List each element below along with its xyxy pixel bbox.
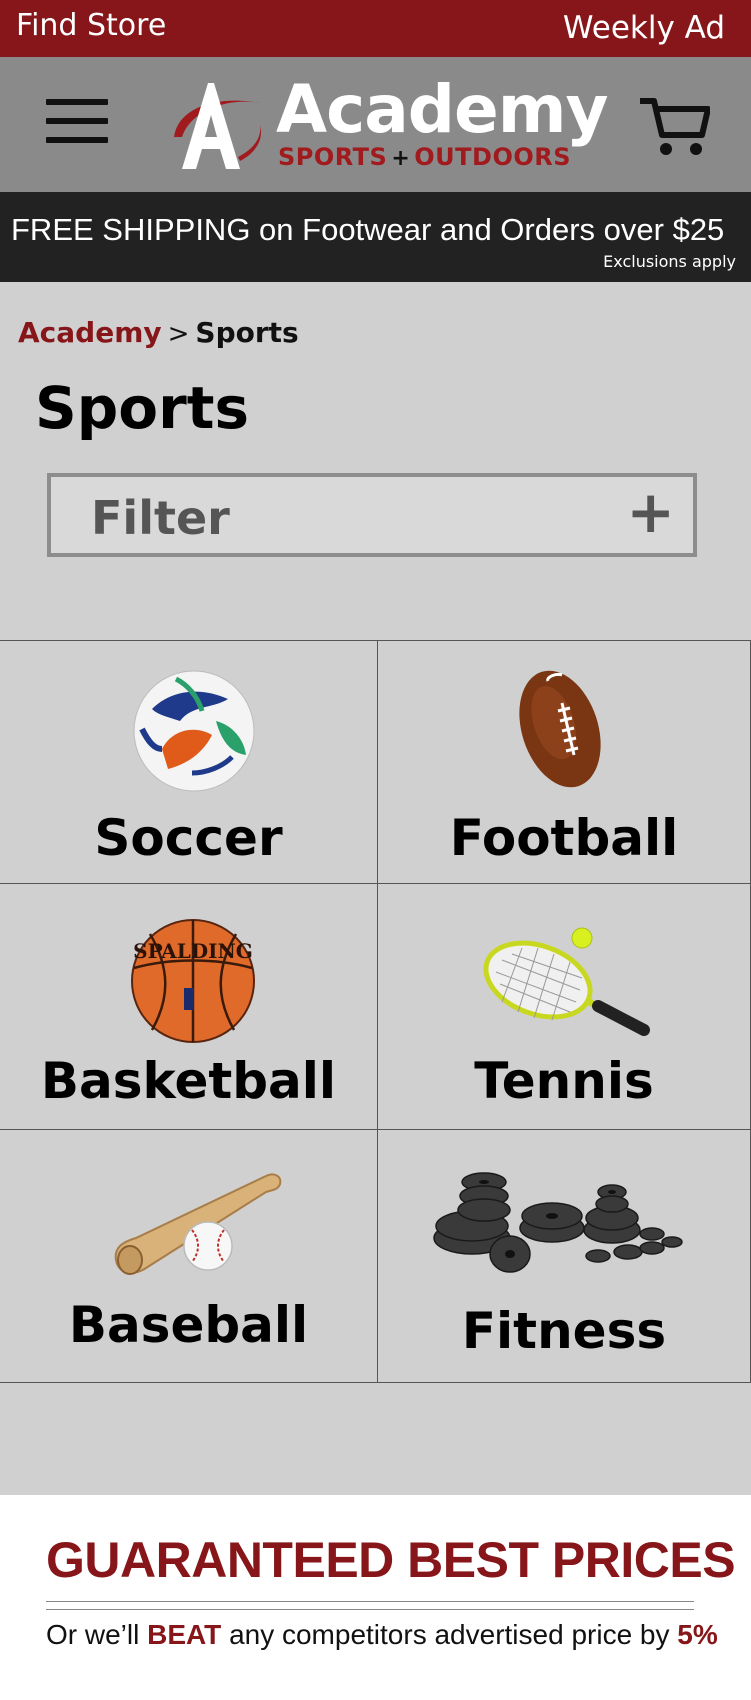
category-label: Fitness — [461, 1302, 667, 1360]
svg-text:SPALDING: SPALDING — [133, 939, 253, 963]
price-guarantee-subtext: Or we’ll BEAT any competitors advertised… — [46, 1619, 718, 1650]
tennis-racket-icon — [483, 927, 650, 1036]
page-title: Sports — [35, 374, 249, 442]
category-tile-football[interactable]: Football — [378, 641, 751, 884]
basketball-icon: SPALDING — [131, 919, 255, 1043]
category-tile-baseball[interactable]: Baseball — [0, 1130, 378, 1383]
promo-exclusions-note: Exclusions apply — [603, 252, 736, 271]
menu-icon[interactable] — [46, 99, 110, 145]
price-guarantee-headline: GUARANTEED BEST PRICES — [46, 1532, 736, 1588]
category-tile-fitness[interactable]: Fitness — [378, 1130, 751, 1383]
top-bar: Find Store Weekly Ad — [0, 0, 751, 57]
category-label: Basketball — [40, 1052, 337, 1110]
plus-icon: + — [626, 478, 675, 546]
category-label: Football — [449, 809, 679, 867]
find-store-link[interactable]: Find Store — [16, 8, 166, 43]
category-label: Tennis — [474, 1052, 654, 1110]
site-header: Academy SPORTS + OUTDOORS — [0, 57, 751, 192]
weekly-ad-link[interactable]: Weekly Ad — [563, 10, 725, 46]
filter-toggle[interactable]: Filter + — [47, 473, 697, 557]
logo-tagline: SPORTS + OUTDOORS — [278, 143, 572, 171]
logo-mark-icon — [174, 83, 262, 169]
breadcrumb-home-link[interactable]: Academy — [18, 316, 162, 349]
football-icon — [519, 670, 601, 788]
filter-label: Filter — [91, 491, 230, 545]
shipping-promo-banner[interactable]: FREE SHIPPING on Footwear and Orders ove… — [0, 192, 751, 282]
logo-wordmark: Academy — [276, 71, 609, 148]
category-tile-soccer[interactable]: Soccer — [0, 641, 378, 884]
breadcrumb-current: Sports — [195, 316, 299, 349]
category-label: Baseball — [68, 1296, 309, 1354]
academy-logo[interactable]: Academy SPORTS + OUTDOORS — [168, 71, 609, 177]
breadcrumb-separator: > — [167, 319, 190, 349]
breadcrumb: Academy > Sports — [18, 316, 299, 349]
divider — [46, 1601, 694, 1610]
soccer-ball-icon — [133, 670, 255, 792]
category-tile-basketball[interactable]: SPALDING Basketball — [0, 884, 378, 1130]
weight-plates-icon — [433, 1172, 683, 1273]
baseball-bat-icon — [114, 1173, 282, 1275]
category-grid: Soccer Football SPALDING Basketball Tenn… — [0, 640, 751, 1383]
category-tile-tennis[interactable]: Tennis — [378, 884, 751, 1130]
cart-icon[interactable] — [638, 95, 710, 161]
promo-text: FREE SHIPPING on Footwear and Orders ove… — [11, 212, 725, 247]
category-label: Soccer — [94, 809, 283, 867]
price-guarantee-footer: GUARANTEED BEST PRICES Or we’ll BEAT any… — [0, 1495, 751, 1700]
